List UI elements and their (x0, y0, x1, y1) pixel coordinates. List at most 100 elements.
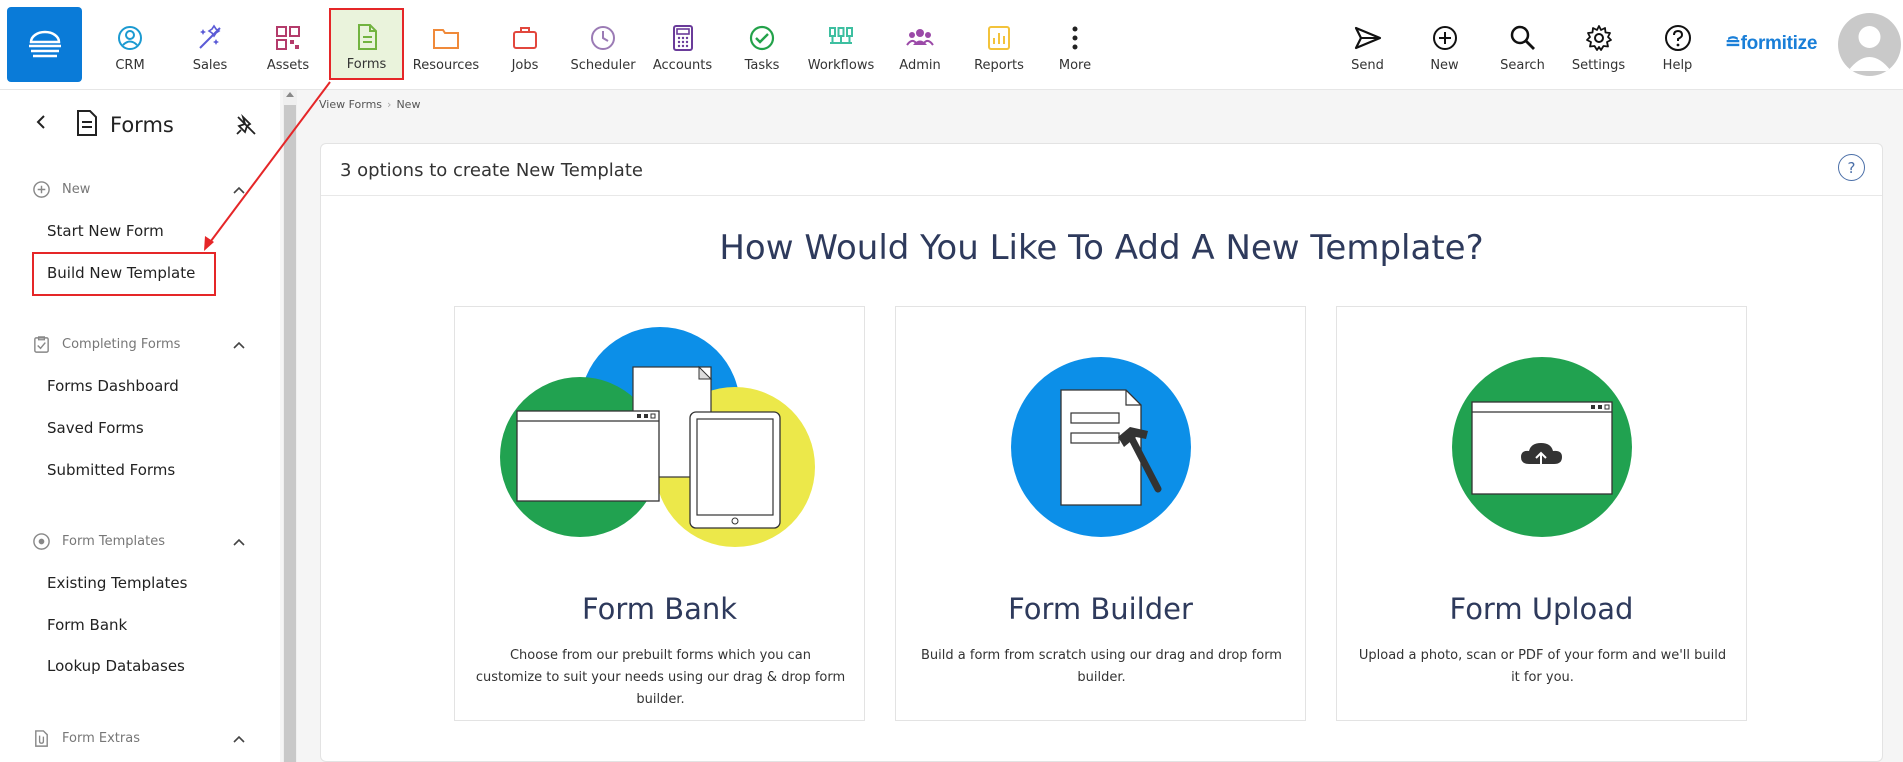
assets-icon (276, 26, 300, 50)
page-heading: How Would You Like To Add A New Template… (719, 228, 1484, 268)
option-form-upload-desc: Upload a photo, scan or PDF of your form… (1358, 648, 1727, 685)
clock-icon (591, 26, 615, 50)
sidebar: Forms New Start New Form Build New Templ… (0, 90, 280, 762)
home-logo-button[interactable] (7, 7, 82, 82)
nav-workflows-label: Workflows (807, 58, 875, 73)
workflow-icon (829, 27, 853, 44)
nav-sales[interactable]: Sales (180, 0, 240, 90)
nav-forms[interactable]: Forms (329, 8, 404, 80)
nav-resources-label: Resources (412, 58, 480, 73)
breadcrumb: View Forms › New (319, 98, 420, 111)
settings-button[interactable]: Settings (1570, 0, 1627, 90)
sidebar-item-form-bank[interactable]: Form Bank (47, 616, 127, 634)
nav-reports[interactable]: Reports (968, 0, 1030, 90)
users-icon (906, 29, 934, 46)
nav-reports-label: Reports (974, 58, 1024, 73)
send-label: Send (1351, 58, 1384, 73)
chevron-up-icon[interactable] (232, 535, 246, 549)
sidebar-item-saved-forms[interactable]: Saved Forms (47, 419, 144, 437)
chevron-up-icon[interactable] (232, 183, 246, 197)
settings-label: Settings (1571, 58, 1626, 73)
nav-workflows[interactable]: Workflows (806, 0, 876, 90)
nav-scheduler[interactable]: Scheduler (570, 0, 636, 90)
report-icon (988, 26, 1010, 50)
search-icon (1510, 25, 1535, 50)
home-logo-icon (28, 30, 61, 57)
clipboard-check-icon (34, 336, 49, 353)
forms-icon (357, 24, 377, 50)
more-vertical-icon (1072, 26, 1078, 50)
nav-resources[interactable]: Resources (412, 0, 480, 90)
sidebar-item-forms-dashboard[interactable]: Forms Dashboard (47, 377, 179, 395)
form-bank-illustration (500, 327, 815, 547)
section-new-header[interactable]: New (32, 180, 90, 199)
send-icon (1354, 26, 1381, 50)
sidebar-title: Forms (110, 113, 174, 137)
nav-admin[interactable]: Admin (890, 0, 950, 90)
section-completing-forms-header[interactable]: Completing Forms (32, 335, 180, 354)
search-button[interactable]: Search (1495, 0, 1550, 90)
section-form-extras-header[interactable]: Form Extras (32, 729, 140, 748)
breadcrumb-view-forms[interactable]: View Forms (319, 98, 382, 111)
sidebar-item-start-new-form[interactable]: Start New Form (47, 222, 164, 240)
nav-accounts[interactable]: Accounts (650, 0, 715, 90)
option-form-upload[interactable]: Form Upload Upload a photo, scan or PDF … (1336, 306, 1747, 721)
new-template-card: 3 options to create New Template ? How W… (320, 143, 1883, 762)
option-form-bank-desc: Choose from our prebuilt forms which you… (475, 648, 846, 707)
card-title: 3 options to create New Template (340, 160, 643, 181)
option-form-builder[interactable]: Form Builder Build a form from scratch u… (895, 306, 1306, 721)
sidebar-item-lookup-databases[interactable]: Lookup Databases (47, 657, 185, 675)
card-header: 3 options to create New Template ? (321, 144, 1882, 196)
option-form-upload-title: Form Upload (1449, 592, 1634, 626)
chevron-up-icon[interactable] (232, 338, 246, 352)
nav-crm-label: CRM (115, 58, 145, 73)
nav-assets-label: Assets (266, 58, 310, 73)
sales-icon (199, 24, 221, 49)
help-button[interactable]: Help (1655, 0, 1700, 90)
breadcrumb-separator: › (387, 98, 392, 111)
back-arrow-icon[interactable] (33, 114, 49, 130)
nav-jobs[interactable]: Jobs (495, 0, 555, 90)
chevron-up-icon[interactable] (232, 732, 246, 746)
nav-more[interactable]: More (1050, 0, 1100, 90)
nav-accounts-label: Accounts (652, 58, 713, 73)
send-button[interactable]: Send (1345, 0, 1390, 90)
sidebar-item-submitted-forms[interactable]: Submitted Forms (47, 461, 175, 479)
help-circle-icon (1664, 25, 1691, 51)
new-label: New (1430, 58, 1459, 73)
sidebar-item-existing-templates[interactable]: Existing Templates (47, 574, 187, 592)
section-form-templates-label: Form Templates (62, 534, 165, 549)
sidebar-scrollbar-thumb[interactable] (284, 105, 296, 762)
section-new-label: New (62, 182, 91, 197)
option-form-bank[interactable]: Form Bank Choose from our prebuilt forms… (454, 306, 865, 721)
nav-tasks[interactable]: Tasks (732, 0, 792, 90)
scroll-up-arrow-icon[interactable] (286, 92, 294, 97)
option-form-builder-title: Form Builder (1008, 592, 1193, 626)
help-label: Help (1662, 58, 1693, 73)
nav-scheduler-label: Scheduler (570, 58, 636, 73)
plus-circle-icon (33, 181, 50, 198)
nav-assets[interactable]: Assets (258, 0, 318, 90)
new-button[interactable]: New (1422, 0, 1467, 90)
section-form-extras-label: Form Extras (62, 731, 140, 746)
search-label: Search (1500, 58, 1545, 73)
gear-icon (1585, 25, 1612, 51)
option-form-bank-title: Form Bank (581, 592, 738, 626)
nav-admin-label: Admin (899, 58, 941, 73)
radio-circle-icon (33, 533, 50, 550)
calculator-icon (672, 25, 693, 51)
help-question-icon[interactable]: ? (1838, 154, 1865, 181)
unpin-icon[interactable] (235, 114, 257, 136)
breadcrumb-new: New (396, 98, 421, 111)
briefcase-icon (513, 27, 537, 49)
nav-tasks-label: Tasks (744, 58, 780, 73)
section-form-templates-header[interactable]: Form Templates (32, 532, 165, 551)
avatar[interactable] (1838, 13, 1901, 76)
form-upload-illustration (1452, 357, 1632, 537)
folder-icon (433, 29, 459, 49)
nav-jobs-label: Jobs (511, 58, 539, 73)
nav-forms-label: Forms (346, 57, 387, 72)
nav-crm[interactable]: CRM (100, 0, 160, 90)
crm-icon (118, 26, 142, 50)
nav-sales-label: Sales (192, 58, 228, 73)
